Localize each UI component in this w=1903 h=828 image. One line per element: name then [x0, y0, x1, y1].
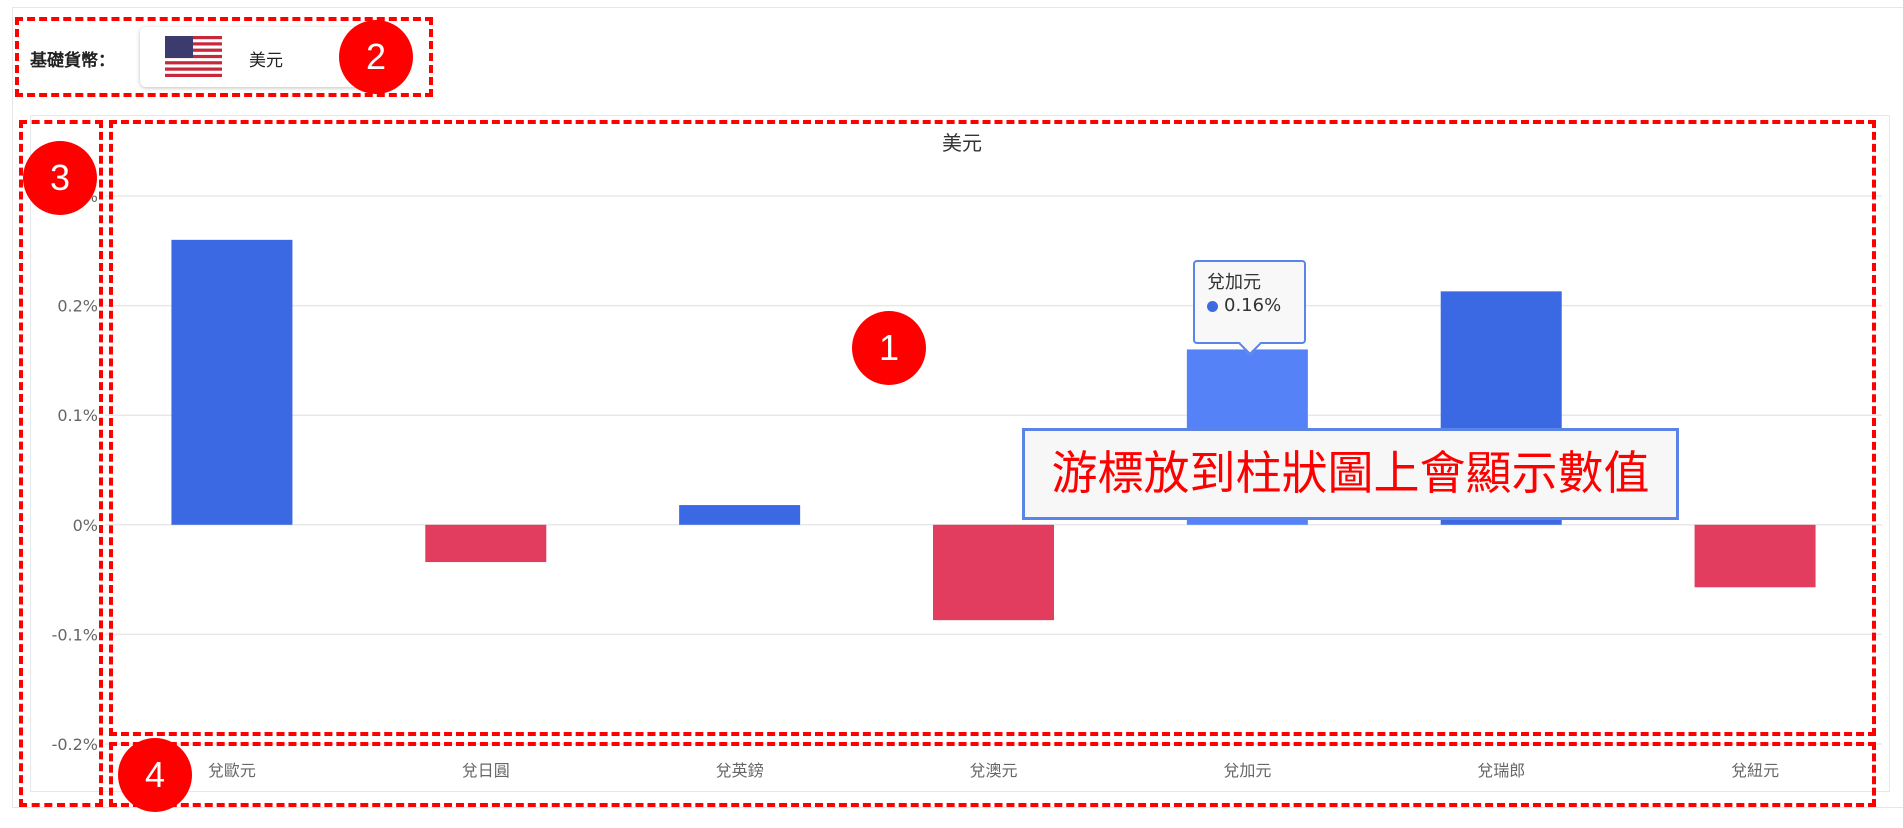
annotation-marker-4: 4	[118, 738, 192, 812]
annotation-box-y-axis	[19, 120, 103, 807]
annotation-marker-2: 2	[339, 20, 413, 94]
annotation-marker-1: 1	[852, 311, 926, 385]
annotation-box-plot	[109, 120, 1876, 736]
annotation-box-x-axis	[109, 742, 1876, 807]
annotation-marker-3: 3	[23, 141, 97, 215]
